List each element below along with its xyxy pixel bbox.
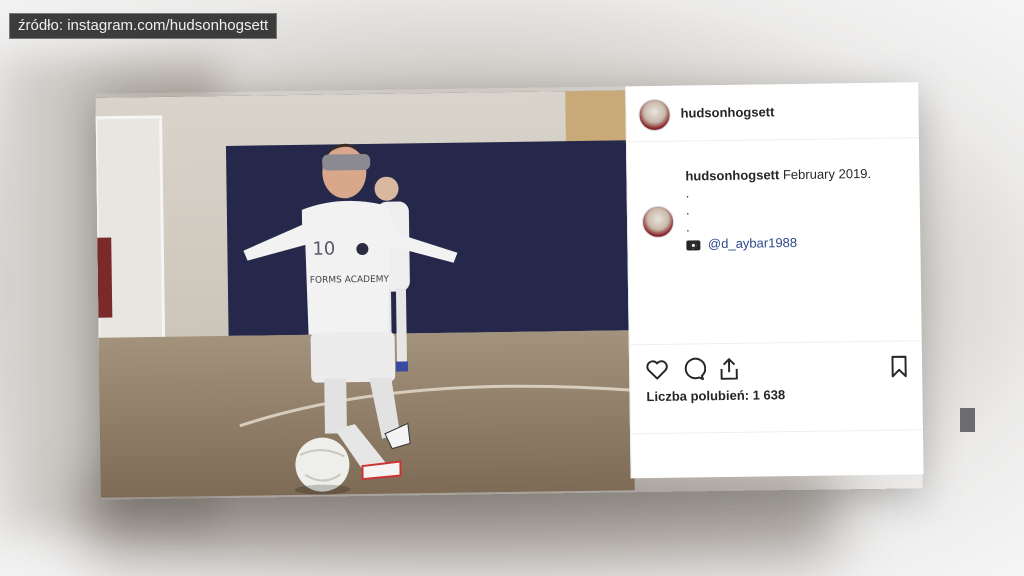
instagram-post: 10 FORMS ACADEMY hudsonhogsett hudsonhog…	[95, 82, 924, 499]
bookmark-icon[interactable]	[886, 353, 912, 379]
futsal-photo-illustration: 10 FORMS ACADEMY	[95, 90, 635, 498]
header-username[interactable]: hudsonhogsett	[680, 104, 774, 120]
post-header: hudsonhogsett	[626, 82, 919, 143]
scroll-marker	[960, 408, 975, 432]
caption-username[interactable]: hudsonhogsett	[685, 167, 779, 183]
camera-icon	[686, 239, 701, 251]
comment-icon[interactable]	[680, 356, 707, 382]
share-icon[interactable]	[716, 356, 742, 382]
jersey-number: 10	[312, 238, 335, 259]
caption-mention[interactable]: @d_aybar1988	[708, 235, 797, 251]
avatar[interactable]	[638, 98, 671, 132]
likes-count[interactable]: Liczba polubień: 1 638	[646, 387, 785, 404]
post-side-panel: hudsonhogsett hudsonhogsett February 201…	[625, 82, 924, 479]
source-label: źródło: instagram.com/hudsonhogsett	[9, 13, 278, 39]
caption-avatar[interactable]	[641, 205, 675, 239]
caption-text: February 2019.	[782, 165, 872, 183]
post-actions: Liczba polubień: 1 638	[629, 340, 923, 435]
caption: hudsonhogsett February 2019. . . . @d_ay…	[685, 164, 906, 252]
post-photo: 10 FORMS ACADEMY	[95, 90, 635, 498]
heart-icon[interactable]	[644, 357, 670, 383]
jersey-text: FORMS ACADEMY	[310, 275, 390, 286]
